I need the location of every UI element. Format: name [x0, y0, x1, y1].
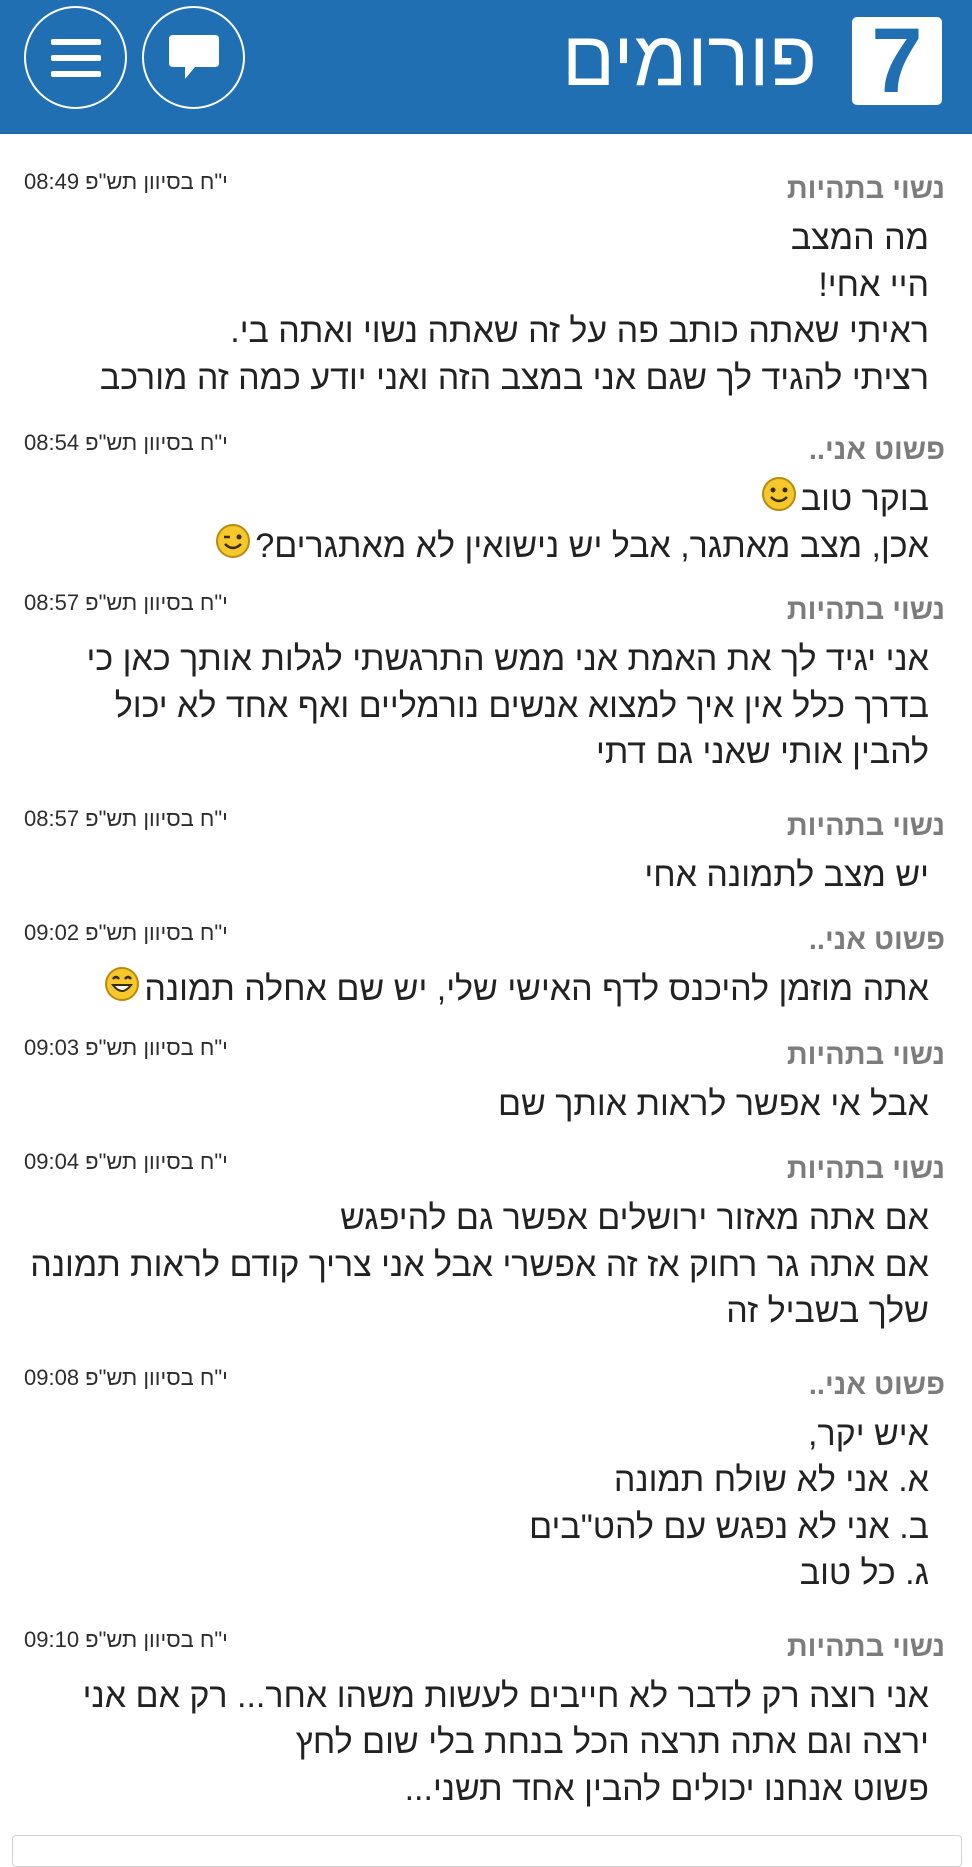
post-body: מה המצב היי אחי! ראיתי שאתה כותב פה על ז…: [0, 215, 972, 401]
post-author[interactable]: פשוט אני..: [809, 434, 945, 467]
post-header: פשוט אני.. י"ח בסיוון תש"פ 08:54: [0, 430, 972, 476]
post-line: אכן, מצב מאתגר, אבל יש נישואין לא מאתגרי…: [22, 523, 929, 570]
post-line: אם אתה גר רחוק אז זה אפשרי אבל אני צריך …: [30, 1245, 929, 1284]
post-line: מה המצב: [790, 219, 929, 257]
post-date: י"ח בסיוון תש"פ 09:04: [24, 1149, 228, 1174]
forum-post: נשוי בתהיות י"ח בסיוון תש"פ 09:10 אני רו…: [0, 1627, 972, 1813]
post-line: פשוט אנחנו יכולים להבין אחד תשני...: [404, 1769, 929, 1808]
post-line: ירצה וגם אתה תרצה הכל בנחת בלי שום לחץ: [295, 1723, 929, 1761]
forum-post: נשוי בתהיות י"ח בסיוון תש"פ 09:03 אבל אי…: [0, 1035, 972, 1128]
post-body: אני יגיד לך את האמת אני ממש התרגשתי לגלו…: [0, 636, 972, 776]
forum-post: נשוי בתהיות י"ח בסיוון תש"פ 08:57 יש מצב…: [0, 806, 972, 899]
post-date: י"ח בסיוון תש"פ 09:08: [24, 1364, 228, 1390]
post-author[interactable]: נשוי בתהיות: [787, 594, 945, 627]
post-line: ב. אני לא נפגש עם להט"בים: [529, 1507, 929, 1546]
post-line: בוקר טוב: [22, 476, 929, 523]
post-line: אני רוצה רק לדבר לא חייבים לעשות משהו אח…: [82, 1676, 929, 1715]
post-body: אם אתה מאזור ירושלים אפשר גם להיפגש אם א…: [0, 1195, 972, 1335]
post-header: נשוי בתהיות י"ח בסיוון תש"פ 08:57: [0, 590, 972, 636]
post-header: נשוי בתהיות י"ח בסיוון תש"פ 09:10: [0, 1627, 972, 1673]
menu-button[interactable]: [24, 6, 127, 109]
post-line: היי אחי!: [818, 265, 929, 304]
site-logo[interactable]: 7: [852, 10, 942, 112]
post-line: יש מצב לתמונה אחי: [644, 855, 929, 894]
forum-post: נשוי בתהיות י"ח בסיוון תש"פ 08:57 אני יג…: [0, 590, 972, 776]
post-date: י"ח בסיוון תש"פ 08:57: [24, 590, 228, 615]
post-body: איש יקר, א. אני לא שולח תמונה ב. אני לא …: [0, 1411, 972, 1597]
forum-post: פשוט אני.. י"ח בסיוון תש"פ 09:08 איש יקר…: [0, 1365, 972, 1597]
post-header: פשוט אני.. י"ח בסיוון תש"פ 09:02: [0, 920, 972, 966]
grin-emoji-icon: [105, 967, 140, 1001]
hamburger-menu-icon: [50, 38, 101, 77]
post-header: נשוי בתהיות י"ח בסיוון תש"פ 09:03: [0, 1035, 972, 1081]
post-header: נשוי בתהיות י"ח בסיוון תש"פ 08:57: [0, 806, 972, 852]
post-header: פשוט אני.. י"ח בסיוון תש"פ 09:08: [0, 1365, 972, 1411]
forum-post: נשוי בתהיות י"ח בסיוון תש"פ 08:49 מה המצ…: [0, 169, 972, 401]
post-author[interactable]: נשוי בתהיות: [787, 1039, 945, 1072]
post-author[interactable]: נשוי בתהיות: [787, 810, 945, 843]
post-date: י"ח בסיוון תש"פ 08:54: [24, 430, 228, 455]
post-body: יש מצב לתמונה אחי: [0, 852, 972, 899]
post-date: י"ח בסיוון תש"פ 09:02: [24, 920, 228, 945]
post-author[interactable]: נשוי בתהיות: [787, 1631, 945, 1664]
forum-post: פשוט אני.. י"ח בסיוון תש"פ 08:54 בוקר טו…: [0, 430, 972, 569]
smile-emoji-icon: [761, 477, 796, 511]
post-line: בדרך כלל אין איך למצוא אנשים נורמליים וא…: [114, 686, 929, 725]
forum-post: פשוט אני.. י"ח בסיוון תש"פ 09:02 אתה מוז…: [0, 920, 972, 1013]
post-body: בוקר טוב אכן, מצב מאתגר, אבל יש נישואין …: [0, 476, 972, 569]
post-line: להבין אותי שאני גם דתי: [596, 733, 929, 771]
post-line: רציתי להגיד לך שגם אני במצב הזה ואני יוד…: [99, 358, 929, 397]
post-line: ג. כל טוב: [799, 1554, 929, 1592]
post-author[interactable]: נשוי בתהיות: [787, 173, 945, 206]
chat-button[interactable]: [142, 6, 245, 109]
logo-number: 7: [871, 10, 923, 112]
chat-bubble-icon: [168, 34, 219, 79]
post-line: א. אני לא שולח תמונה: [613, 1461, 929, 1499]
wink-emoji-icon: [216, 523, 251, 558]
post-line: ראיתי שאתה כותב פה על זה שאתה נשוי ואתה …: [230, 312, 929, 350]
post-line-text: אתה מוזמן להיכנס לדף האישי שלי, יש שם אח…: [144, 970, 929, 1008]
post-author[interactable]: פשוט אני..: [809, 924, 945, 957]
post-date: י"ח בסיוון תש"פ 09:10: [24, 1626, 228, 1652]
post-line-text: אכן, מצב מאתגר, אבל יש נישואין לא מאתגרי…: [255, 526, 929, 565]
post-author[interactable]: פשוט אני..: [809, 1369, 945, 1402]
site-header: 7 פורומים: [0, 0, 972, 134]
reply-box[interactable]: [12, 1835, 962, 1867]
post-header: נשוי בתהיות י"ח בסיוון תש"פ 08:49: [0, 169, 972, 215]
post-line: איש יקר,: [808, 1414, 929, 1453]
post-line: אם אתה מאזור ירושלים אפשר גם להיפגש: [340, 1199, 929, 1237]
post-line: אתה מוזמן להיכנס לדף האישי שלי, יש שם אח…: [22, 966, 929, 1013]
post-body: אני רוצה רק לדבר לא חייבים לעשות משהו אח…: [0, 1673, 972, 1813]
forum-post: נשוי בתהיות י"ח בסיוון תש"פ 09:04 אם אתה…: [0, 1149, 972, 1335]
post-header: נשוי בתהיות י"ח בסיוון תש"פ 09:04: [0, 1149, 972, 1195]
forum-thread: נשוי בתהיות י"ח בסיוון תש"פ 08:49 מה המצ…: [0, 133, 972, 1812]
post-line: אבל אי אפשר לראות אותך שם: [497, 1084, 929, 1123]
post-date: י"ח בסיוון תש"פ 08:57: [24, 805, 228, 831]
site-title[interactable]: פורומים: [562, 8, 817, 108]
post-line: אני יגיד לך את האמת אני ממש התרגשתי לגלו…: [86, 640, 929, 678]
post-author[interactable]: נשוי בתהיות: [787, 1153, 945, 1186]
post-date: י"ח בסיוון תש"פ 09:03: [24, 1034, 228, 1060]
post-date: י"ח בסיוון תש"פ 08:49: [24, 169, 228, 194]
post-line-text: בוקר טוב: [800, 480, 929, 518]
post-body: אתה מוזמן להיכנס לדף האישי שלי, יש שם אח…: [0, 966, 972, 1013]
post-body: אבל אי אפשר לראות אותך שם: [0, 1081, 972, 1128]
post-line: שלך בשביל זה: [726, 1292, 929, 1330]
